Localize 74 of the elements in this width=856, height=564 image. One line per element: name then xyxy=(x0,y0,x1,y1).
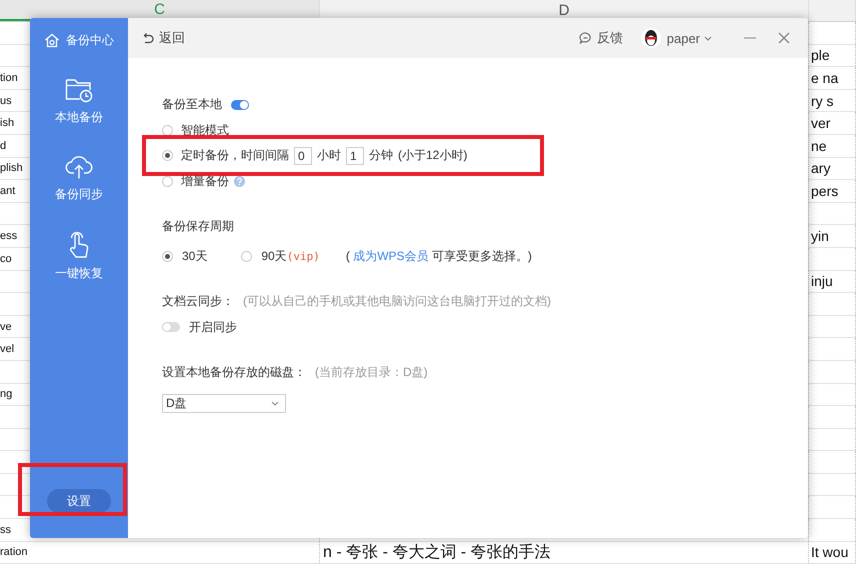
table-cell-text: us xyxy=(0,94,12,107)
hint-text: (当前存放目录：D盘) xyxy=(315,364,428,382)
avatar-icon xyxy=(640,28,661,48)
table-cell-text: plish xyxy=(0,162,23,174)
cloud-upload-icon xyxy=(65,154,93,180)
sidebar-item-label: 本地备份 xyxy=(55,109,103,126)
radio-label: 30天 xyxy=(182,248,208,265)
folder-clock-icon xyxy=(65,77,93,103)
table-cell-text: d xyxy=(0,140,6,152)
table-cell-text: ng xyxy=(0,388,12,400)
table-cell-text: ess xyxy=(0,230,18,242)
vip-tag: (vip) xyxy=(286,250,320,263)
toggle-switch[interactable] xyxy=(162,322,180,332)
table-cell-text: vel xyxy=(0,343,14,356)
table-cell-text: tion xyxy=(0,72,18,84)
radio-label: 智能模式 xyxy=(181,122,229,139)
table-cell-text: e na xyxy=(811,70,838,86)
table-cell-text: ary xyxy=(811,160,830,176)
sidebar-item-label: 一键恢复 xyxy=(55,265,103,282)
toggle-label: 开启同步 xyxy=(189,318,237,336)
radio-button[interactable] xyxy=(162,124,173,136)
unit-label: 小时 xyxy=(317,147,341,164)
sidebar-item[interactable]: 本地备份 xyxy=(55,77,103,126)
table-cell-text: pers xyxy=(811,182,838,199)
table-cell-text: ss xyxy=(0,524,11,536)
radio-button[interactable] xyxy=(241,250,252,262)
radio-label: 90天 xyxy=(261,248,287,265)
feedback-button[interactable]: 反馈 xyxy=(578,29,623,47)
sidebar-title: 备份中心 xyxy=(66,32,114,49)
table-cell-text: co xyxy=(0,252,12,265)
radio-label: 增量备份 xyxy=(181,172,229,190)
section-label: 备份保存周期 xyxy=(162,218,234,236)
table-cell-text: yin xyxy=(811,228,829,244)
home-icon xyxy=(44,33,60,48)
disk-dropdown[interactable]: D盘 xyxy=(162,394,286,412)
limit-note: (小于12小时) xyxy=(398,147,468,164)
caret-icon xyxy=(271,400,279,406)
table-cell-text: inju xyxy=(811,273,833,290)
table-cell-text: ve xyxy=(0,320,12,333)
table-cell-text: ration xyxy=(0,546,28,558)
hours-field[interactable]: 0 xyxy=(294,146,312,165)
table-cell-text: It wou xyxy=(811,544,848,560)
radio-label: 定时备份，时间间隔 xyxy=(181,147,289,164)
minimize-icon[interactable] xyxy=(744,37,756,39)
radio-button[interactable] xyxy=(162,176,173,187)
back-button[interactable]: 返回 xyxy=(142,29,185,47)
table-cell-text: ver xyxy=(811,115,830,132)
table-cell-text: ry s xyxy=(811,92,834,109)
membership-link[interactable]: 成为WPS会员 xyxy=(353,248,429,263)
table-cell-text: ple xyxy=(811,47,830,64)
radio-button[interactable] xyxy=(162,250,173,262)
toggle-switch[interactable] xyxy=(231,100,249,110)
hint-text: (可以从自己的手机或其他电脑访问这台电脑打开过的文档) xyxy=(243,293,551,310)
undo-arrow-icon xyxy=(142,32,154,44)
section-label: 文档云同步： xyxy=(162,293,234,310)
unit-label: 分钟 xyxy=(369,147,393,164)
minutes-field[interactable]: 1 xyxy=(346,146,364,165)
caret-icon xyxy=(704,36,712,40)
table-cell-text: n - 夸张 - 夸大之词 - 夸张的手法 xyxy=(323,542,551,563)
sidebar-item[interactable]: 一键恢复 xyxy=(55,231,103,282)
user-menu[interactable]: paper xyxy=(666,30,712,46)
sidebar-item[interactable]: 备份同步 xyxy=(55,154,103,203)
chat-bubble-icon xyxy=(578,32,592,44)
table-cell-text: ne xyxy=(811,138,827,154)
table-cell-text: ish xyxy=(0,117,14,130)
table-cell-text: ant xyxy=(0,184,16,197)
help-icon[interactable] xyxy=(234,176,245,187)
section-label: 设置本地备份存放的磁盘： xyxy=(162,364,306,382)
sidebar-item-label: 备份同步 xyxy=(55,186,103,203)
settings-button[interactable]: 设置 xyxy=(47,489,111,513)
radio-button[interactable] xyxy=(162,150,173,162)
close-icon[interactable] xyxy=(778,32,790,44)
membership-note: ( 成为WPS会员 可享受更多选择。) xyxy=(346,248,532,265)
section-label: 备份至本地 xyxy=(162,96,222,114)
